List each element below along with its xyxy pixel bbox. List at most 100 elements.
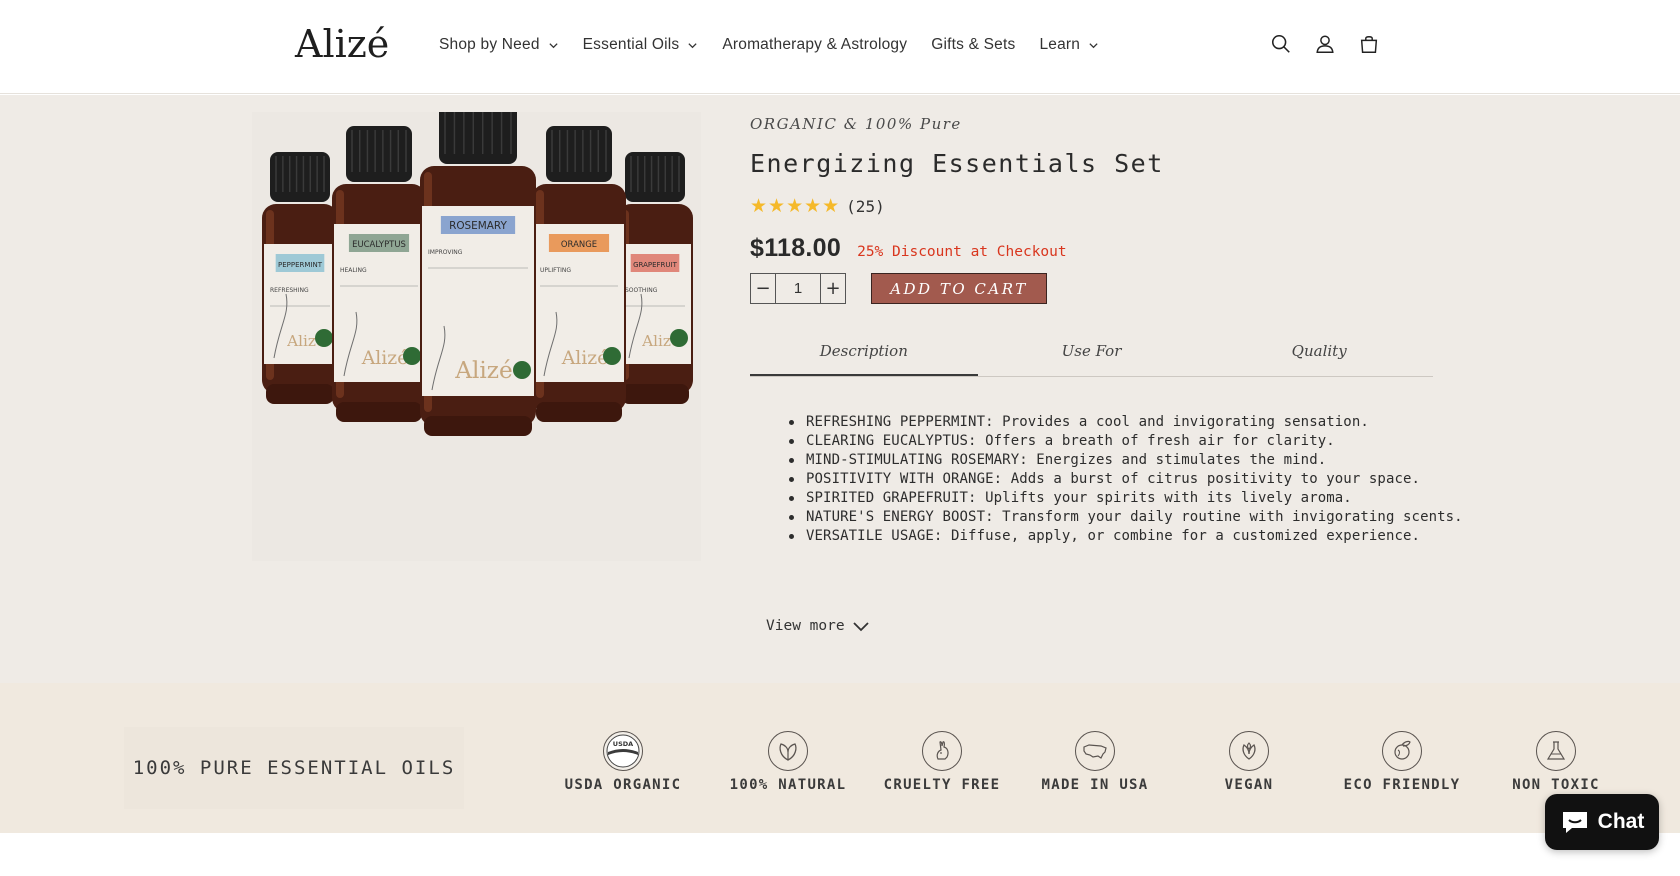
product-subtitle: ORGANIC & 100% Pure: [750, 115, 962, 133]
bottle-name: ROSEMARY: [449, 220, 507, 232]
page-bottom: [0, 833, 1680, 876]
trust-badges: 100% PURE ESSENTIAL OILS USDA USDA ORGAN…: [0, 683, 1680, 833]
badge-label: ECO FRIENDLY: [1343, 777, 1461, 793]
site-header: Alizé Shop by Need Essential Oils Aromat…: [0, 0, 1680, 94]
nav-item-shop-by-need[interactable]: Shop by Need: [439, 36, 559, 54]
view-more-label: View more: [766, 618, 845, 634]
pure-oils-headline: 100% PURE ESSENTIAL OILS: [124, 727, 464, 809]
bottle-eucalyptus: EUCALYPTUS HEALING Alizé: [332, 126, 426, 422]
nav-item-gifts-sets[interactable]: Gifts & Sets: [931, 36, 1015, 54]
product-rating[interactable]: ★★★★★ (25): [750, 195, 885, 217]
nav-item-label: Shop by Need: [439, 36, 540, 53]
usda-text: USDA: [613, 740, 633, 748]
quantity-decrease-button[interactable]: −: [751, 274, 775, 303]
product-photo-bottles: PEPPERMINT REFRESHING Alizé GRAPEFRUIT SOOTH…: [262, 100, 693, 436]
bottle-cap: [439, 100, 517, 164]
badge-made-in-usa: MADE IN USA: [1025, 731, 1165, 793]
organic-seal: [603, 347, 621, 365]
bottle-cap: [346, 126, 412, 182]
organic-seal: [513, 361, 531, 379]
bottle-brand: Alizé: [561, 348, 609, 369]
bottle-base: [424, 416, 532, 436]
badge-label: 100% NATURAL: [729, 777, 847, 793]
bottle-brand: Alizé: [361, 348, 409, 369]
description-list: REFRESHING PEPPERMINT: Provides a cool a…: [789, 413, 1463, 546]
bottle-sub: UPLIFTING: [540, 267, 571, 274]
rabbit-icon: [922, 731, 962, 771]
bottle-cap: [625, 152, 685, 202]
header-icons: [1270, 33, 1380, 55]
badge-label: MADE IN USA: [1041, 777, 1149, 793]
account-icon[interactable]: [1314, 33, 1336, 55]
product-section: PEPPERMINT REFRESHING Alizé GRAPEFRUIT SOOTH…: [0, 95, 1680, 683]
badge-label: NON TOXIC: [1512, 777, 1600, 793]
bottle-name: GRAPEFRUIT: [633, 261, 678, 269]
nav-item-label: Gifts & Sets: [931, 36, 1016, 53]
description-item: SPIRITED GRAPEFRUIT: Uplifts your spirit…: [789, 489, 1446, 508]
vegan-leaf-icon: [1229, 731, 1269, 771]
rating-stars: ★★★★★: [750, 195, 841, 217]
purchase-row: − 1 + ADD TO CART: [750, 273, 1047, 304]
chevron-down-icon: [852, 622, 869, 632]
add-to-cart-button[interactable]: ADD TO CART: [871, 273, 1047, 304]
leaf-icon: [768, 731, 808, 771]
main-nav: Shop by Need Essential Oils Aromatherapy…: [439, 36, 1123, 54]
organic-seal: [315, 329, 333, 347]
nav-item-aromatherapy-astrology[interactable]: Aromatherapy & Astrology: [722, 36, 907, 54]
product-image[interactable]: PEPPERMINT REFRESHING Alizé GRAPEFRUIT SOOTH…: [252, 100, 701, 561]
badge-100-natural: 100% NATURAL: [718, 731, 858, 793]
chevron-down-icon: [1089, 42, 1098, 48]
description-item: POSITIVITY WITH ORANGE: Adds a burst of …: [789, 470, 1446, 489]
chat-label: Chat: [1597, 810, 1645, 833]
organic-seal: [670, 329, 688, 347]
bottle-name: PEPPERMINT: [278, 261, 323, 269]
badge-vegan: VEGAN: [1179, 731, 1319, 793]
bottle-sub: SOOTHING: [625, 287, 658, 294]
description-item: NATURE'S ENERGY BOOST: Transform your da…: [789, 509, 1463, 525]
quantity-input[interactable]: 1: [775, 274, 821, 303]
chevron-down-icon: [549, 42, 558, 48]
chevron-down-icon: [688, 42, 697, 48]
bottle-sub: IMPROVING: [428, 249, 463, 256]
chat-button[interactable]: Chat: [1545, 794, 1659, 850]
tab-description[interactable]: Description: [750, 332, 978, 376]
quantity-stepper: − 1 +: [750, 273, 846, 304]
search-icon[interactable]: [1270, 33, 1292, 55]
badge-eco-friendly: ECO FRIENDLY: [1332, 731, 1472, 793]
bottle-rosemary: ROSEMARY IMPROVING Alizé: [420, 100, 536, 436]
badge-cruelty-free: CRUELTY FREE: [872, 731, 1012, 793]
organic-seal: [403, 347, 421, 365]
bottle-brand: Alizé: [454, 357, 513, 384]
quantity-increase-button[interactable]: +: [821, 274, 845, 303]
nav-item-label: Essential Oils: [582, 36, 680, 53]
product-price: $118.00: [750, 234, 842, 262]
usa-map-icon: [1075, 731, 1115, 771]
bottle-sub: HEALING: [340, 267, 367, 274]
product-tabs: Description Use For Quality: [750, 332, 1433, 377]
badge-label: CRUELTY FREE: [883, 777, 1001, 793]
cart-icon[interactable]: [1358, 33, 1380, 55]
discount-text: 25% Discount at Checkout: [857, 244, 1067, 260]
nav-item-learn[interactable]: Learn: [1039, 36, 1099, 54]
brand-logo[interactable]: Alizé: [295, 22, 389, 66]
bottle-name: EUCALYPTUS: [352, 239, 406, 249]
nav-item-label: Learn: [1039, 36, 1081, 53]
review-count[interactable]: (25): [846, 197, 885, 216]
bottle-base: [621, 384, 689, 404]
bottle-grapefruit: GRAPEFRUITSOOTHINGAlizé: [617, 152, 693, 404]
nav-item-essential-oils[interactable]: Essential Oils: [583, 36, 699, 54]
bottle-base: [266, 384, 334, 404]
bottle-name: ORANGE: [561, 239, 597, 249]
bottle-cap: [270, 152, 330, 202]
view-more-button[interactable]: View more: [766, 618, 870, 634]
price-row: $118.00 25% Discount at Checkout: [750, 234, 1067, 263]
usda-organic-icon: USDA: [603, 731, 643, 771]
bottle-sub: REFRESHING: [270, 287, 309, 294]
tab-use-for[interactable]: Use For: [978, 332, 1206, 376]
eco-globe-icon: [1382, 731, 1422, 771]
tab-quality[interactable]: Quality: [1205, 332, 1433, 376]
description-item: REFRESHING PEPPERMINT: Provides a cool a…: [789, 413, 1446, 432]
nav-item-label: Aromatherapy & Astrology: [722, 36, 908, 53]
product-title: Energizing Essentials Set: [750, 149, 1164, 178]
bottle-peppermint: PEPPERMINTREFRESHINGAlizé: [262, 152, 338, 404]
